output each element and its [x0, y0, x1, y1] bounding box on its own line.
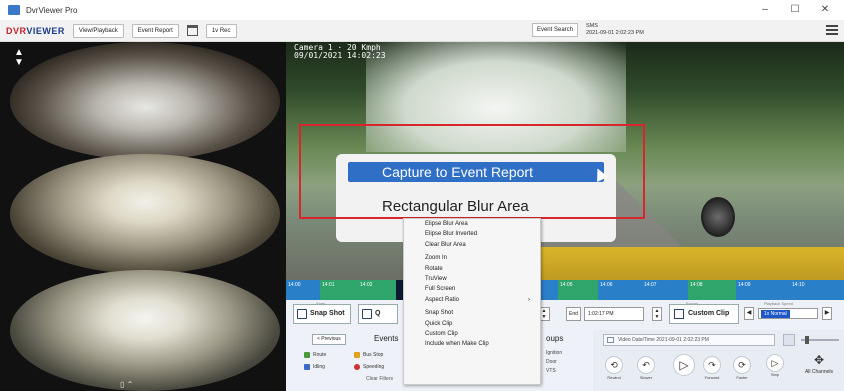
groups-label: oups [546, 334, 564, 343]
previous-button[interactable]: < Previous [312, 334, 346, 345]
context-menu-item[interactable]: Zoom In [404, 253, 540, 263]
panel-footer-icons[interactable]: ▯ ⌃ [120, 380, 133, 389]
quick-clip-button[interactable]: Q [358, 304, 398, 324]
playback-panel: Video Date/Time 2021-09-01 2:02:23 PM ⟲ R… [593, 330, 844, 391]
context-menu-item[interactable]: Rotate [404, 264, 540, 274]
event-filter-route[interactable]: Route [304, 352, 326, 358]
slider-handle[interactable] [805, 336, 809, 344]
sync-toggle[interactable] [783, 334, 795, 346]
context-menu-item[interactable]: Snap Shot [404, 308, 540, 318]
sms-label: SMS [586, 23, 598, 29]
camera-thumbnails-panel: ▲ ▼ ▯ ⌃ [0, 42, 286, 391]
submenu-arrow-icon: › [528, 296, 530, 303]
play-icon: ▷ [679, 358, 689, 372]
timeline-segment[interactable]: 14:08 [688, 280, 736, 300]
faster-icon: ⟳ [733, 356, 751, 374]
highlight-box [299, 124, 645, 219]
slower-button[interactable]: ↶ Slower [635, 356, 657, 380]
play-button[interactable]: ▷ [673, 354, 695, 376]
faster-button[interactable]: ⟳ Faster [731, 356, 753, 380]
event-filter-bus-stop[interactable]: Bus Stop [354, 352, 383, 358]
video-mirror [701, 197, 735, 237]
camera-view-2[interactable] [10, 154, 280, 274]
context-menu-item[interactable]: Elipse Blur Inverted [404, 229, 540, 239]
main-toolbar: DVRVIEWER View/Playback Event Report 1v … [0, 20, 844, 42]
minimize-button[interactable]: – [750, 2, 780, 18]
maximize-button[interactable]: ☐ [780, 2, 810, 18]
context-menu-item[interactable]: Aspect Ratio › [404, 295, 540, 305]
forward-button[interactable]: ↷ Forward [701, 356, 723, 380]
all-channels-button[interactable]: ✥ All Channels [797, 352, 841, 375]
move-arrows-icon: ✥ [813, 353, 825, 367]
context-menu-item[interactable]: Custom Clip [404, 329, 540, 339]
context-menu-item[interactable]: Clear Blur Area [404, 240, 540, 250]
context-menu-item[interactable]: TruView [404, 274, 540, 284]
event-report-button[interactable]: Event Report [131, 23, 179, 38]
window-title: DvrViewer Pro [26, 5, 78, 15]
hamburger-menu-icon[interactable] [826, 23, 838, 37]
video-datetime: Video Date/Time 2021-09-01 2:02:23 PM [603, 334, 775, 346]
calendar-icon[interactable] [186, 25, 198, 36]
timeline-segment[interactable]: 14:02 [358, 280, 396, 300]
pan-arrows-icon[interactable]: ▲ ▼ [14, 48, 24, 68]
end-time-field[interactable]: 1:02:17 PM [584, 307, 644, 321]
context-menu-item[interactable]: Quick Clip [404, 319, 540, 329]
slower-icon: ↶ [637, 356, 655, 374]
stop-button[interactable]: ▷ Stop [764, 354, 786, 377]
context-menu-item[interactable]: Include when Make Clip [404, 339, 540, 349]
timeline-bar[interactable]: 14:0014:0114:0214:0314:0414:0514:0614:07… [286, 280, 844, 300]
clear-filters-button[interactable]: Clear Filters [366, 376, 393, 382]
timeline-segment[interactable]: 14:09 [736, 280, 790, 300]
snap-shot-button[interactable]: Snap Shot [293, 304, 351, 324]
timeline-segment[interactable]: 14:00 [286, 280, 320, 300]
context-menu: Elipse Blur Area Elipse Blur Inverted Clea… [403, 218, 541, 385]
view-playback-button[interactable]: View/Playback [72, 23, 124, 38]
custom-clip-button[interactable]: Custom Clip [669, 304, 739, 324]
video-osd: Camera 1 · 20 Kmph 09/01/2021 14:02:23 [294, 43, 386, 60]
timeline-segment[interactable]: 14:07 [642, 280, 688, 300]
event-filter-idling[interactable]: Idling [304, 364, 325, 370]
events-label: Events [374, 334, 399, 343]
timeline-segment[interactable]: 14:05 [558, 280, 598, 300]
event-search-button[interactable]: Event Search [531, 23, 578, 37]
speed-up-button[interactable]: ▶ [822, 307, 832, 320]
clip-icon [362, 309, 372, 319]
timeline-segment[interactable]: 14:01 [320, 280, 358, 300]
camera-icon [297, 309, 307, 319]
playback-controls: Snap Snap Shot Q < Previous Events Route… [286, 300, 844, 391]
volume-slider[interactable] [801, 336, 839, 344]
main-video-view[interactable]: Camera 1 · 20 Kmph 09/01/2021 14:02:23 C… [286, 42, 844, 280]
camera-view-3[interactable] [10, 270, 280, 391]
record-button[interactable]: 1v Rec [205, 23, 237, 38]
group-item[interactable]: VTS [546, 368, 556, 374]
app-icon [8, 5, 20, 15]
skip-icon: ▷ [766, 354, 784, 372]
window-controls: – ☐ ✕ [750, 2, 840, 18]
event-filter-speeding[interactable]: Speeding [354, 364, 384, 370]
end-label: End [566, 307, 581, 321]
sms-info: SMS 2021-09-01 2:02:23 PM [586, 23, 726, 37]
end-time-stepper[interactable]: ▲ ▼ [652, 307, 662, 321]
close-button[interactable]: ✕ [810, 2, 840, 18]
sms-datetime: 2021-09-01 2:02:23 PM [586, 30, 644, 36]
context-menu-item[interactable]: Elipse Blur Area [404, 219, 540, 229]
rewind-icon: ⟲ [605, 356, 623, 374]
forward-icon: ↷ [703, 356, 721, 374]
rewind-button[interactable]: ⟲ Rewind [603, 356, 625, 380]
app-logo: DVRVIEWER [6, 25, 65, 36]
title-bar: DvrViewer Pro – ☐ ✕ [0, 0, 844, 20]
timeline-segment[interactable]: 14:10 [790, 280, 844, 300]
clip-icon [674, 309, 684, 319]
camera-view-1[interactable] [10, 42, 280, 160]
speed-down-button[interactable]: ◀ [744, 307, 754, 320]
clock-icon [607, 337, 614, 343]
context-menu-item[interactable]: Full Screen [404, 284, 540, 294]
group-item[interactable]: Door [546, 359, 557, 365]
playback-speed-control: ◀ 1x Normal ▶ [744, 306, 838, 321]
speed-select[interactable]: 1x Normal [758, 308, 818, 319]
timeline-segment[interactable]: 14:06 [598, 280, 642, 300]
group-item[interactable]: Ignition [546, 350, 562, 356]
